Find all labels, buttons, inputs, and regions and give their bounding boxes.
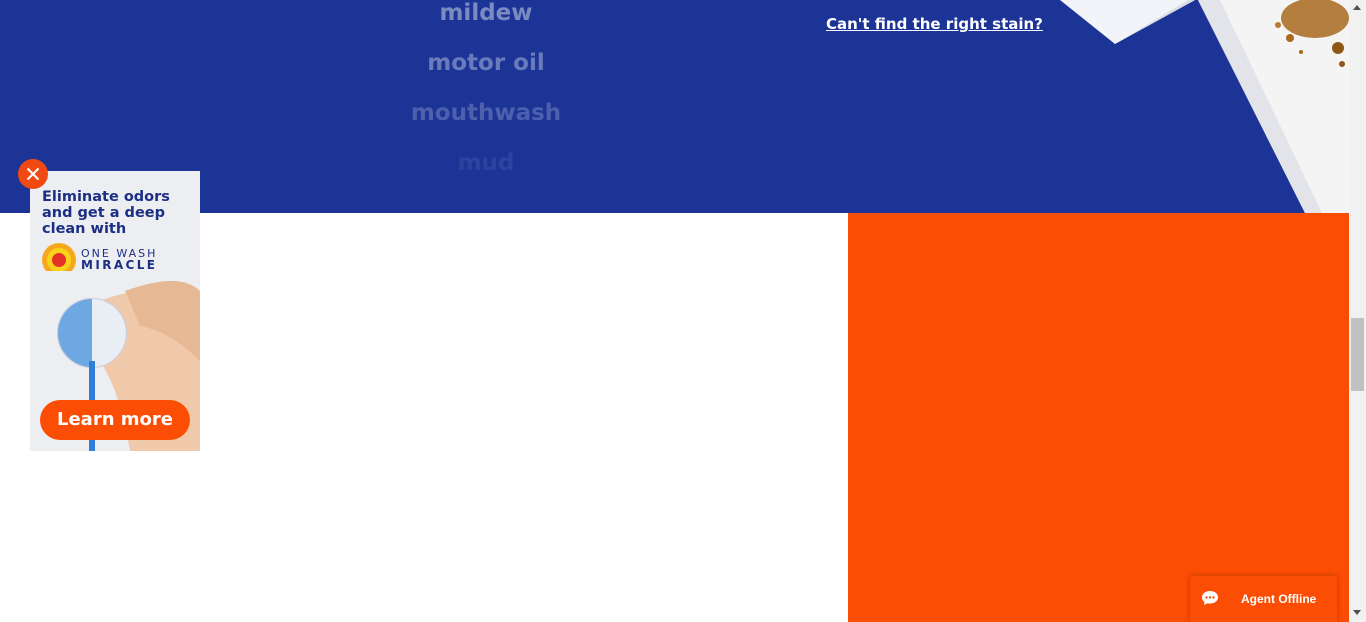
learn-more-button[interactable]: Learn more — [40, 400, 190, 440]
stain-finder-section: mildew motor oil mouthwash mud Can't fin… — [0, 0, 1349, 213]
scroll-up-arrow-icon[interactable] — [1353, 5, 1361, 10]
stain-option-motor-oil[interactable]: motor oil — [336, 50, 636, 76]
chat-bubble-icon — [1202, 591, 1218, 605]
stain-option-mildew[interactable]: mildew — [336, 0, 636, 26]
tide-ad[interactable]: Eliminate odors and get a deep clean wit… — [30, 171, 200, 451]
page-scrollbar[interactable] — [1349, 0, 1366, 622]
stain-option-mud[interactable]: mud — [336, 150, 636, 176]
ad-close-button[interactable] — [18, 159, 48, 189]
ad-product-line-2: MIRACLE — [81, 258, 158, 272]
chat-status-label: Agent Offline — [1241, 592, 1317, 606]
cant-find-stain-link[interactable]: Can't find the right stain? — [826, 15, 1043, 33]
live-chat-button[interactable]: Agent Offline — [1190, 576, 1337, 622]
stain-option-mouthwash[interactable]: mouthwash — [336, 100, 636, 126]
scroll-down-arrow-icon[interactable] — [1353, 610, 1361, 615]
stained-shirt-image — [1060, 0, 1349, 213]
close-icon — [26, 167, 40, 181]
orange-promo-panel — [848, 213, 1349, 622]
ad-headline: Eliminate odors and get a deep clean wit… — [42, 189, 170, 237]
scroll-thumb[interactable] — [1351, 318, 1364, 391]
